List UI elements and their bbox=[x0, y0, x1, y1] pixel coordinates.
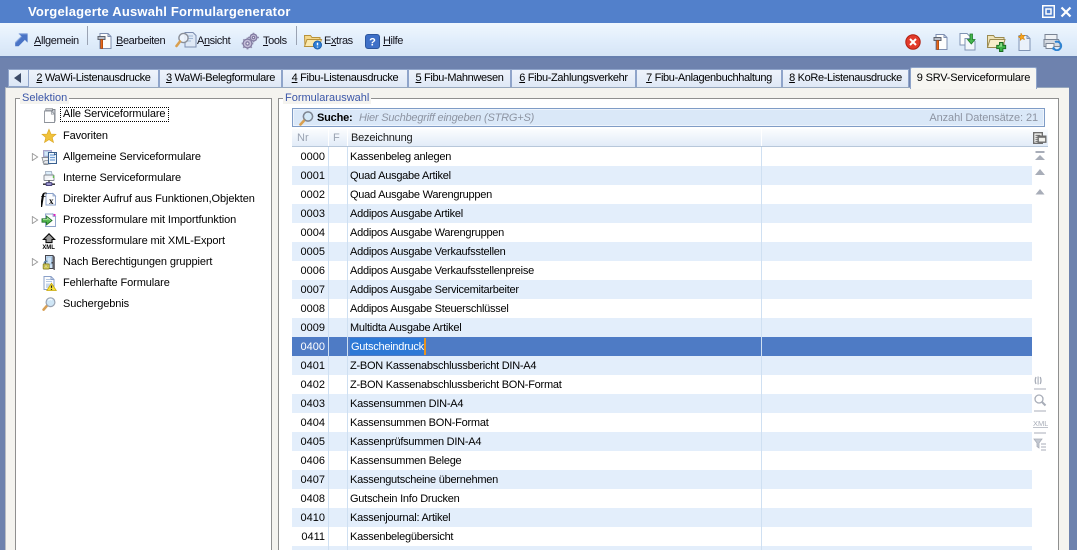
svg-text:?: ? bbox=[369, 37, 376, 49]
svg-text:XML: XML bbox=[1033, 419, 1048, 428]
svg-text:XML: XML bbox=[42, 245, 55, 249]
svg-text:x: x bbox=[49, 196, 54, 206]
